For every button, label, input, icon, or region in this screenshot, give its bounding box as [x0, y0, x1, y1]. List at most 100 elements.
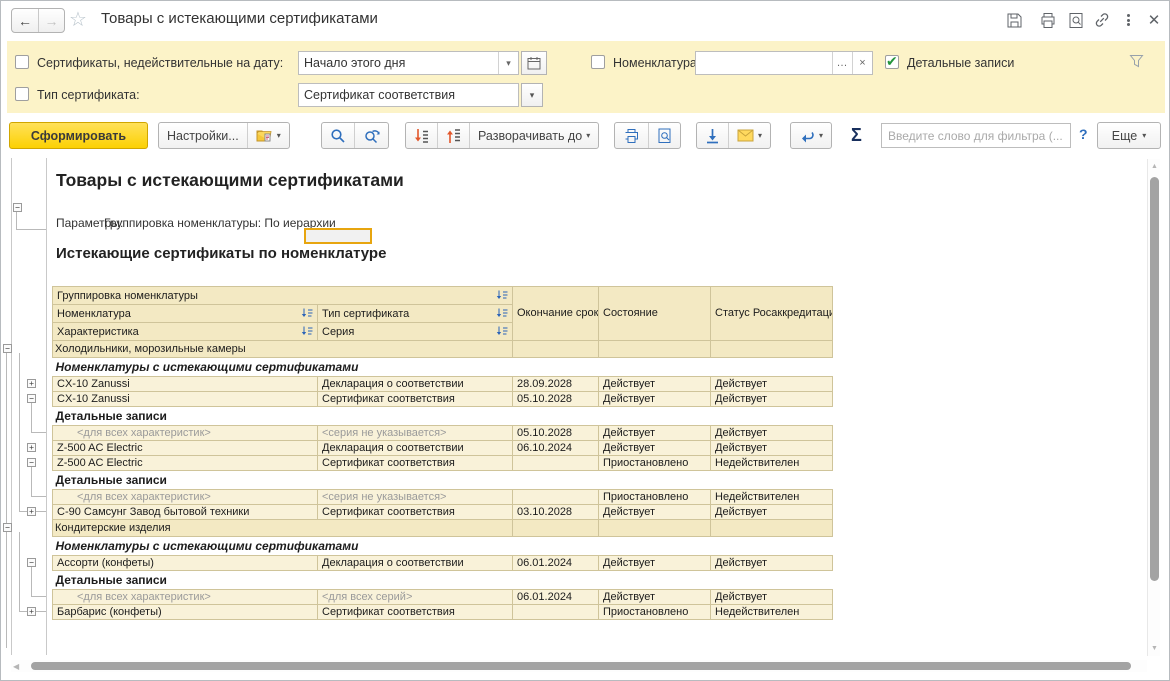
- expand-to-button[interactable]: Разворачивать до ▾: [469, 123, 598, 148]
- preview-icon[interactable]: [1065, 9, 1087, 31]
- cert-invalid-date-label[interactable]: Сертификаты, недействительные на дату:: [37, 56, 283, 70]
- table-cell[interactable]: Действует: [711, 505, 833, 520]
- collapse-expander[interactable]: −: [27, 458, 36, 467]
- table-cell[interactable]: Декларация о соответствии: [318, 556, 513, 571]
- nomenclature-input[interactable]: [696, 52, 832, 74]
- table-cell[interactable]: 28.09.2028: [513, 377, 599, 392]
- cert-type-checkbox[interactable]: [15, 87, 29, 101]
- table-cell[interactable]: Действует: [599, 556, 711, 571]
- search-next-button[interactable]: [354, 123, 388, 148]
- table-cell[interactable]: 03.10.2028: [513, 505, 599, 520]
- selected-cell[interactable]: [304, 228, 372, 244]
- table-cell[interactable]: Недействителен: [711, 456, 833, 471]
- choose-icon[interactable]: …: [832, 52, 852, 74]
- favorite-star-icon[interactable]: ☆: [69, 7, 87, 32]
- vertical-scrollbar[interactable]: ▲ ▼: [1147, 159, 1160, 656]
- chevron-down-icon[interactable]: ▾: [498, 52, 518, 74]
- print-preview-button[interactable]: [648, 123, 680, 148]
- table-cell[interactable]: Недействителен: [711, 605, 833, 620]
- table-cell[interactable]: <для всех характеристик>: [53, 426, 318, 441]
- table-cell[interactable]: [711, 520, 833, 537]
- column-header-grouping[interactable]: Группировка номенклатуры: [53, 287, 513, 305]
- cert-invalid-date-input[interactable]: [299, 52, 498, 74]
- table-cell[interactable]: [513, 341, 599, 358]
- table-cell[interactable]: Действует: [599, 505, 711, 520]
- table-cell[interactable]: [513, 490, 599, 505]
- table-cell[interactable]: Детальные записи: [53, 407, 833, 426]
- scroll-left-icon[interactable]: ◀: [13, 662, 19, 671]
- filter-funnel-icon[interactable]: [1129, 54, 1144, 73]
- table-cell[interactable]: Действует: [599, 590, 711, 605]
- table-cell[interactable]: 06.01.2024: [513, 556, 599, 571]
- table-cell[interactable]: [513, 520, 599, 537]
- settings-button[interactable]: Настройки...: [159, 123, 247, 148]
- expand-expander[interactable]: +: [27, 379, 36, 388]
- table-cell[interactable]: [513, 605, 599, 620]
- quick-filter-input[interactable]: [881, 123, 1071, 148]
- expand-expander[interactable]: +: [27, 607, 36, 616]
- save-icon[interactable]: [1003, 9, 1025, 31]
- table-cell[interactable]: Сертификат соответствия: [318, 456, 513, 471]
- forward-button[interactable]: →: [38, 9, 64, 32]
- go-to-report-button[interactable]: ▾: [791, 123, 831, 148]
- table-cell[interactable]: Барбарис (конфеты): [53, 605, 318, 620]
- table-cell[interactable]: Действует: [599, 392, 711, 407]
- table-cell[interactable]: CX-10 Zanussi: [53, 392, 318, 407]
- table-cell[interactable]: Действует: [711, 426, 833, 441]
- sort-icon[interactable]: [301, 308, 313, 319]
- table-cell[interactable]: Недействителен: [711, 490, 833, 505]
- table-cell[interactable]: Действует: [599, 377, 711, 392]
- table-cell[interactable]: Действует: [599, 426, 711, 441]
- table-cell[interactable]: 06.10.2024: [513, 441, 599, 456]
- table-cell[interactable]: Действует: [711, 441, 833, 456]
- table-cell[interactable]: CX-10 Zanussi: [53, 377, 318, 392]
- collapse-expander[interactable]: −: [27, 558, 36, 567]
- table-cell[interactable]: [711, 341, 833, 358]
- print-button[interactable]: [615, 123, 648, 148]
- column-header-state[interactable]: Состояние: [599, 287, 711, 341]
- table-cell[interactable]: 05.10.2028: [513, 426, 599, 441]
- link-icon[interactable]: [1091, 9, 1113, 31]
- table-cell[interactable]: Холодильники, морозильные камеры: [53, 341, 513, 358]
- table-cell[interactable]: [599, 341, 711, 358]
- table-cell[interactable]: <для всех характеристик>: [53, 590, 318, 605]
- detail-records-label[interactable]: Детальные записи: [907, 56, 1014, 70]
- table-cell[interactable]: [599, 520, 711, 537]
- expand-expander[interactable]: +: [27, 507, 36, 516]
- horizontal-scroll-thumb[interactable]: [31, 662, 1131, 670]
- table-cell[interactable]: Приостановлено: [599, 456, 711, 471]
- nomenclature-label[interactable]: Номенклатура:: [613, 56, 700, 70]
- more-button[interactable]: Еще ▾: [1097, 122, 1161, 149]
- table-cell[interactable]: Номенклатуры с истекающими сертификатами: [53, 358, 833, 377]
- table-cell[interactable]: <серия не указывается>: [318, 426, 513, 441]
- expand-groups-button[interactable]: [406, 123, 437, 148]
- table-cell[interactable]: Действует: [599, 441, 711, 456]
- cert-type-input[interactable]: [299, 84, 518, 106]
- table-cell[interactable]: Сертификат соответствия: [318, 605, 513, 620]
- generate-button[interactable]: Сформировать: [9, 122, 148, 149]
- table-cell[interactable]: Детальные записи: [53, 471, 833, 490]
- column-header-expiry[interactable]: Окончание срока действия: [513, 287, 599, 341]
- sort-icon[interactable]: [496, 308, 508, 319]
- table-cell[interactable]: Приостановлено: [599, 605, 711, 620]
- collapse-groups-button[interactable]: [437, 123, 469, 148]
- table-cell[interactable]: 05.10.2028: [513, 392, 599, 407]
- sort-icon[interactable]: [496, 290, 508, 301]
- sort-icon[interactable]: [496, 326, 508, 337]
- table-cell[interactable]: Сертификат соответствия: [318, 392, 513, 407]
- report-variants-button[interactable]: ▾: [247, 123, 289, 148]
- save-result-button[interactable]: [697, 123, 728, 148]
- search-button[interactable]: [322, 123, 354, 148]
- column-header-series[interactable]: Серия: [318, 323, 513, 341]
- report-section-title[interactable]: Истекающие сертификаты по номенклатуре: [56, 245, 386, 262]
- column-header-characteristic[interactable]: Характеристика: [53, 323, 318, 341]
- table-cell[interactable]: Детальные записи: [53, 571, 833, 590]
- clear-icon[interactable]: ×: [852, 52, 872, 74]
- table-cell[interactable]: Действует: [711, 590, 833, 605]
- sort-icon[interactable]: [301, 326, 313, 337]
- table-cell[interactable]: Кондитерские изделия: [53, 520, 513, 537]
- collapse-expander[interactable]: −: [3, 523, 12, 532]
- table-cell[interactable]: Ассорти (конфеты): [53, 556, 318, 571]
- vertical-scroll-thumb[interactable]: [1150, 177, 1159, 581]
- table-cell[interactable]: Действует: [711, 377, 833, 392]
